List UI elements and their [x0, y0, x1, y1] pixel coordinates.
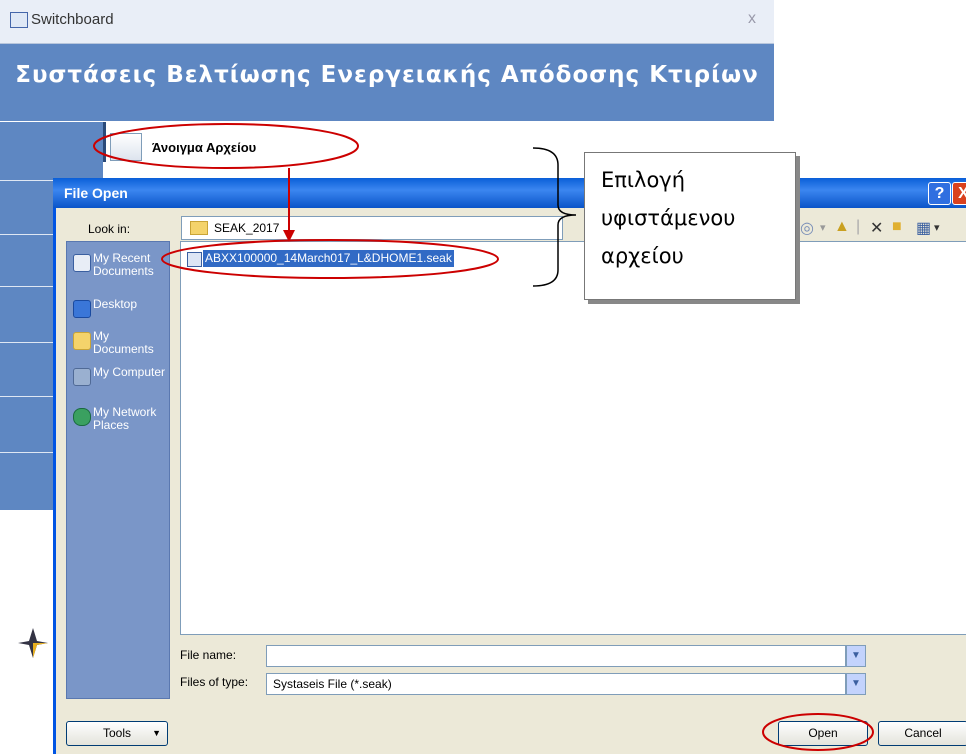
annotation-overlay [93, 123, 874, 751]
annotation-brace [532, 147, 577, 287]
annotation-ellipse-file [161, 239, 499, 279]
annotation-ellipse-open [762, 713, 874, 751]
annotation-ellipse-open-file [93, 123, 359, 169]
